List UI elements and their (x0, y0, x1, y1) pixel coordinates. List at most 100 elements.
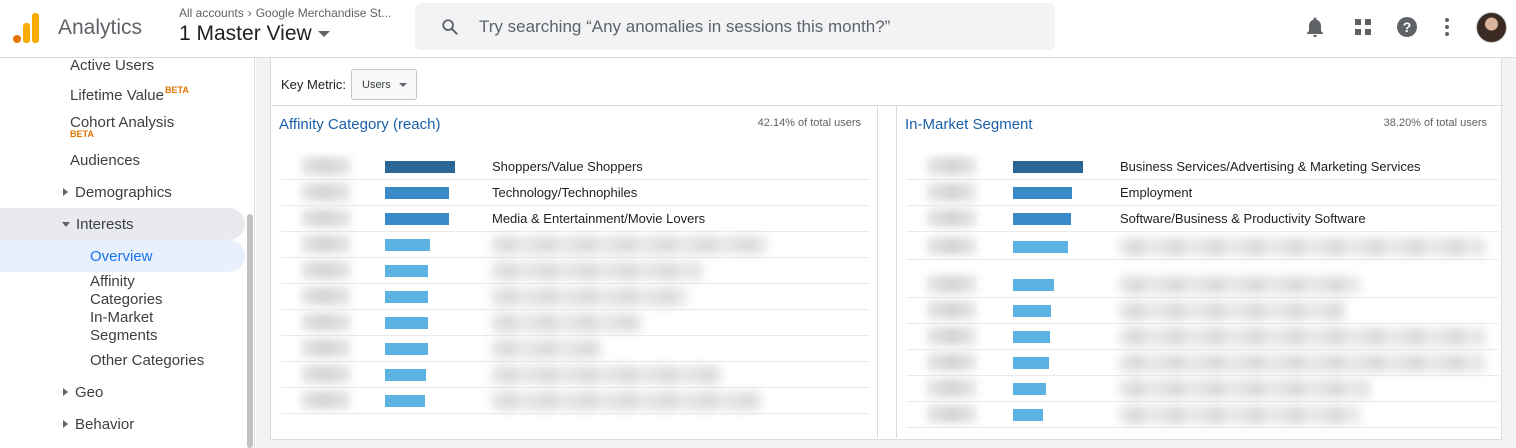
apps-grid-icon[interactable] (1351, 15, 1375, 39)
sidebar-nav: Active Users Lifetime Value BETA Cohort … (0, 57, 255, 448)
help-icon[interactable]: ? (1395, 15, 1419, 39)
caret-down-icon (317, 31, 330, 38)
redacted-value (301, 261, 351, 279)
in-market-segment-title[interactable]: In-Market Segment (905, 116, 1033, 133)
reach-bar (385, 291, 428, 303)
table-row[interactable]: Media & Entertainment/Movie Lovers (281, 206, 869, 232)
reach-bar (385, 343, 428, 355)
table-row[interactable] (281, 362, 869, 388)
sidebar-item-lifetime-value[interactable]: Lifetime Value (70, 87, 164, 105)
table-row[interactable] (907, 402, 1499, 428)
beta-badge: BETA (70, 129, 94, 139)
table-row[interactable]: Business Services/Advertising & Marketin… (907, 154, 1499, 180)
key-metric-value: Users (362, 79, 391, 91)
redacted-value (927, 353, 977, 371)
redacted-value (927, 301, 977, 319)
table-row[interactable] (907, 298, 1499, 324)
redacted-value (927, 327, 977, 345)
sidebar-item-behavior[interactable]: Behavior (63, 416, 134, 434)
sidebar-item-affinity-categories[interactable]: Affinity Categories (90, 273, 190, 309)
sidebar-item-audiences[interactable]: Audiences (70, 152, 140, 170)
sidebar-item-other-categories[interactable]: Other Categories (90, 352, 204, 370)
account-avatar[interactable] (1476, 12, 1507, 43)
expand-arrow-icon (63, 188, 68, 196)
more-vert-icon[interactable] (1435, 15, 1459, 39)
table-row[interactable] (907, 234, 1499, 260)
breadcrumb-accounts[interactable]: All accounts (179, 6, 244, 20)
redacted-label (1120, 302, 1345, 320)
reach-bar (385, 265, 428, 277)
table-row[interactable]: Shoppers/Value Shoppers (281, 154, 869, 180)
reach-bar (385, 369, 426, 381)
expand-arrow-icon (63, 388, 68, 396)
reach-bar (1013, 331, 1050, 343)
category-label[interactable]: Media & Entertainment/Movie Lovers (492, 211, 705, 226)
table-row[interactable] (907, 350, 1499, 376)
redacted-value (927, 405, 977, 423)
key-metric-dropdown[interactable]: Users (351, 69, 417, 100)
table-row[interactable]: Employment (907, 180, 1499, 206)
table-row[interactable] (907, 376, 1499, 402)
redacted-label (492, 366, 722, 384)
redacted-value (301, 365, 351, 383)
reach-bar (1013, 279, 1054, 291)
view-name: 1 Master View (179, 22, 312, 45)
chevron-right-icon: › (247, 6, 252, 20)
redacted-label (1120, 276, 1360, 294)
table-row[interactable] (281, 310, 869, 336)
redacted-label (492, 392, 762, 410)
breadcrumb-property[interactable]: Google Merchandise St... (256, 6, 391, 20)
table-row[interactable] (281, 284, 869, 310)
reach-bar (385, 213, 449, 225)
analytics-logo-icon[interactable] (12, 13, 40, 43)
table-row[interactable] (281, 388, 869, 414)
table-row[interactable] (281, 336, 869, 362)
search-icon (442, 19, 458, 35)
main-content: Key Metric: Users Affinity Category (rea… (256, 58, 1516, 448)
reach-bar (385, 239, 430, 251)
redacted-value (301, 157, 351, 175)
sidebar-item-overview[interactable]: Overview (90, 248, 153, 266)
redacted-value (301, 183, 351, 201)
sidebar-item-active-users[interactable]: Active Users (70, 57, 154, 75)
reach-bar (1013, 187, 1072, 199)
category-label[interactable]: Employment (1120, 185, 1192, 200)
collapse-arrow-icon (62, 222, 70, 227)
caret-down-icon (399, 83, 407, 87)
table-row[interactable] (907, 324, 1499, 350)
table-row[interactable]: Software/Business & Productivity Softwar… (907, 206, 1499, 232)
table-row[interactable] (281, 258, 869, 284)
sidebar-item-interests[interactable]: Interests (62, 216, 134, 234)
reach-bar (1013, 213, 1071, 225)
category-label[interactable]: Software/Business & Productivity Softwar… (1120, 211, 1366, 226)
sidebar-item-label: Behavior (75, 416, 135, 433)
column-divider (877, 106, 897, 438)
redacted-label (492, 288, 687, 306)
redacted-value (927, 157, 977, 175)
view-selector[interactable]: 1 Master View (179, 22, 330, 46)
sidebar-item-in-market-segments[interactable]: In-Market Segments (90, 309, 190, 345)
sidebar-item-label: Interests (76, 216, 134, 233)
app-name: Analytics (58, 16, 143, 39)
breadcrumb[interactable]: All accounts › Google Merchandise St... (179, 6, 391, 20)
sidebar-item-demographics[interactable]: Demographics (63, 184, 172, 202)
in-market-segment-table: In-Market Segment 38.20% of total users … (897, 106, 1503, 438)
table-row[interactable]: Technology/Technophiles (281, 180, 869, 206)
category-label[interactable]: Technology/Technophiles (492, 185, 637, 200)
key-metric-label: Key Metric: (281, 77, 347, 92)
affinity-category-table: Affinity Category (reach) 42.14% of tota… (271, 106, 877, 438)
affinity-category-title[interactable]: Affinity Category (reach) (279, 116, 440, 133)
table-row[interactable] (281, 232, 869, 258)
sidebar-item-label: Demographics (75, 184, 172, 201)
reach-bar (1013, 241, 1068, 253)
reach-bar (385, 395, 425, 407)
category-label[interactable]: Shoppers/Value Shoppers (492, 159, 643, 174)
search-bar[interactable]: Try searching “Any anomalies in sessions… (415, 3, 1055, 50)
redacted-value (927, 237, 977, 255)
category-label[interactable]: Business Services/Advertising & Marketin… (1120, 159, 1421, 174)
notifications-icon[interactable] (1303, 15, 1327, 39)
sidebar-item-geo[interactable]: Geo (63, 384, 103, 402)
sidebar-scrollbar[interactable] (247, 214, 253, 448)
table-row[interactable] (907, 272, 1499, 298)
redacted-value (301, 209, 351, 227)
